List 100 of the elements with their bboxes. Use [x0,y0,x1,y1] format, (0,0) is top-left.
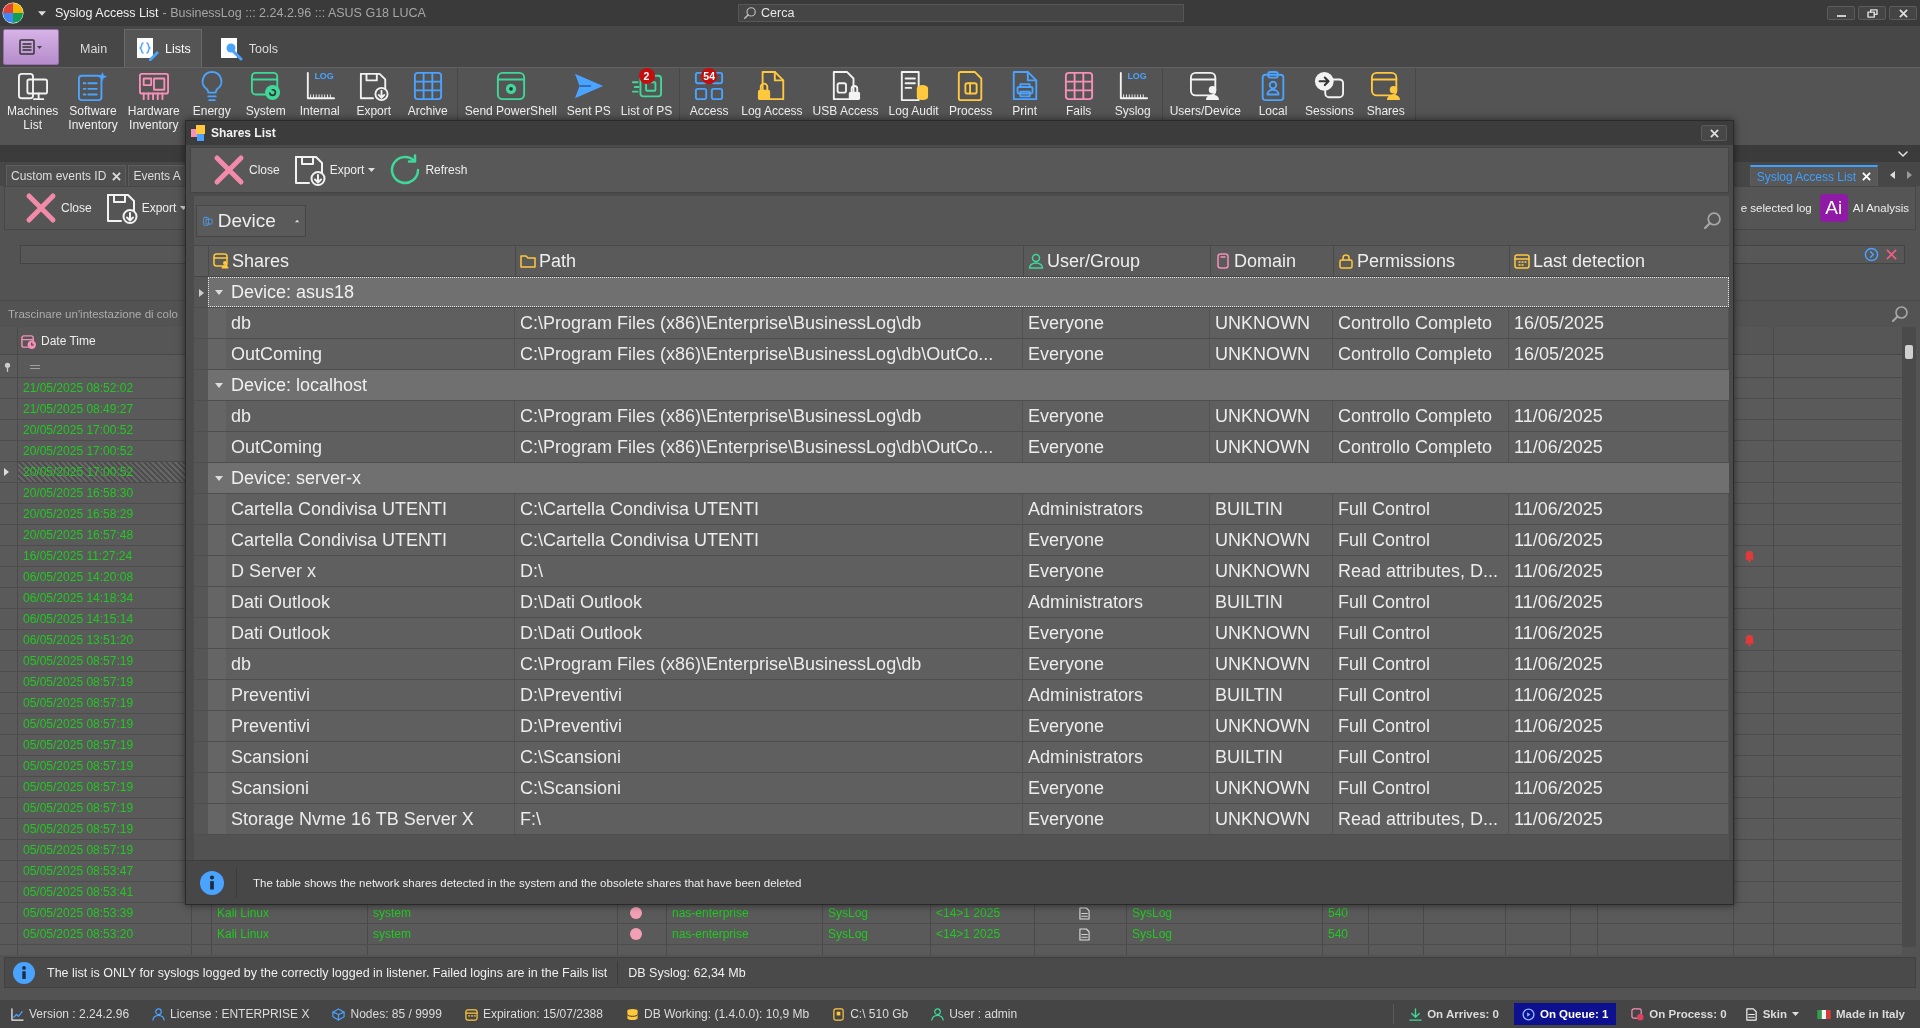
app-menu-button[interactable] [3,29,59,65]
caret-down-icon[interactable] [215,381,223,389]
ribbon-button[interactable]: Fails [1051,68,1106,144]
status-text: DB Working: (1.4.0.0): 10,9 Mb [643,1007,810,1021]
grid-icon [412,71,443,101]
table-cell-text: system [372,926,412,943]
table-cell-text: 06/05/2025 14:18:34 [22,590,135,607]
table-cell: D:\ [515,556,1023,586]
ribbon-button[interactable]: Local [1246,68,1300,144]
ribbon-button[interactable]: Export [346,68,401,144]
paper-plane-icon [573,71,604,101]
column-header[interactable]: Last detection [1509,246,1729,276]
caret-down-icon[interactable] [180,206,188,210]
caret-up-icon[interactable] [294,218,299,223]
ribbon-button[interactable]: Process [943,68,998,144]
ribbon-button[interactable]: Sent PS [561,68,616,144]
toolbar-button[interactable]: Export [291,152,378,188]
caret-left-icon[interactable] [1890,171,1895,179]
column-header[interactable]: Permissions [1333,246,1509,276]
caret-down-icon[interactable] [368,168,376,172]
close-icon[interactable] [112,171,122,181]
ribbon-tab[interactable]: Tools [207,29,289,67]
group-label: Device: server-x [231,467,362,489]
ribbon-button[interactable]: LOG Syslog [1105,68,1160,144]
table-cell-text: 21/05/2025 08:52:02 [22,380,135,397]
caret-down-icon[interactable] [215,474,223,482]
group-by-chip[interactable]: Device [196,204,306,237]
toolbar-button[interactable]: Close [211,152,282,188]
refresh-icon [389,154,422,186]
table-cell: UNKNOWN [1210,804,1333,834]
search-icon [744,7,756,19]
table-cell-text: 540 [1327,926,1350,943]
table-cell: C:\Cartella Condivisa UTENTI [515,494,1023,524]
ribbon-button[interactable]: Log Access [736,68,808,144]
ribbon-button[interactable]: LOG Internal [292,68,347,144]
caret-down-icon[interactable] [215,288,223,296]
table-cell: Cartella Condivisa UTENTI [226,494,515,524]
table-cell: Everyone [1023,308,1210,338]
window-subtitle: - BusinessLog ::: 2.24.2.96 ::: ASUS G18 LUCA [162,6,426,20]
close-button[interactable] [1701,125,1727,141]
toolbar-button[interactable]: Export [103,190,190,226]
restore-button[interactable] [1858,6,1886,20]
table-cell-text: 05/05/2025 08:53:41 [22,884,135,901]
caret-down-icon[interactable] [1791,1012,1799,1016]
column-header[interactable]: Domain [1210,246,1333,276]
ribbon-tab[interactable]: Lists [124,29,202,67]
window-title: Syslog Access List [55,6,159,20]
vertical-scrollbar[interactable] [1902,327,1916,947]
chevron-circle-icon[interactable] [1864,247,1879,262]
search-field[interactable]: Cerca [738,4,1184,22]
document-tab[interactable]: Events A [128,165,186,186]
table-cell: 16/05/2025 [1509,339,1729,369]
caret-right-icon[interactable] [1907,171,1912,179]
toolbar-button[interactable]: Refresh [387,152,470,188]
ribbon-tab[interactable]: Main [69,29,119,67]
status-item[interactable]: Skin [1741,1003,1802,1025]
ribbon-button[interactable]: Users/Device [1164,68,1246,144]
table-cell-text: Kali Linux [216,926,271,943]
ribbon-button[interactable]: USB Access [807,68,884,144]
minimize-button[interactable] [1827,6,1855,20]
group-row[interactable]: Device: asus18 [208,277,1729,307]
chevron-down-icon[interactable] [1898,150,1908,157]
ribbon-button[interactable]: Software Inventory [63,68,123,144]
table-cell-text: 05/05/2025 08:57:19 [22,758,135,775]
ribbon-button[interactable]: Print [997,68,1052,144]
toolbar-button[interactable]: e selected log [1738,200,1814,216]
group-row[interactable]: Device: localhost [208,370,1729,400]
document-magnifier-icon [218,36,243,61]
ribbon-button[interactable]: Send PowerShell [459,68,562,144]
group-row[interactable]: Device: server-x [208,463,1729,493]
search-icon[interactable] [1892,306,1908,322]
drive-icon [832,1007,846,1021]
caret-down-icon[interactable] [38,10,46,16]
search-icon[interactable] [1704,212,1721,229]
person-icon [152,1007,166,1021]
ribbon-button[interactable]: Archive [400,68,455,144]
equals-icon[interactable] [30,364,40,369]
table-cell: Full Control [1333,649,1509,679]
folder-icon [520,253,536,269]
document-pencil-icon [135,36,160,61]
ribbon-button[interactable]: Machines List [2,68,64,144]
status-text: C:\ 510 Gb [850,1007,909,1021]
table-cell: Everyone [1023,711,1210,741]
ai-analysis-button[interactable]: Ai AI Analysis [1817,192,1911,224]
document-tab[interactable]: Custom events ID [6,165,127,186]
column-header[interactable]: Shares [208,246,515,276]
toolbar-button[interactable]: Close [23,190,94,226]
column-header[interactable]: User/Group [1023,246,1210,276]
person-icon [1028,253,1044,269]
pin-icon[interactable] [4,361,11,372]
ribbon-button[interactable]: Shares [1358,68,1413,144]
table-cell: Full Control [1333,742,1509,772]
table-cell-text: 06/05/2025 14:20:08 [22,569,135,586]
ribbon-button[interactable]: Log Audit [883,68,944,144]
close-button[interactable] [1889,6,1917,20]
column-header[interactable]: Date Time [18,333,96,349]
column-header[interactable]: Path [515,246,1023,276]
table-cell: BUILTIN [1210,742,1333,772]
list-menu-icon [19,39,43,55]
ribbon-button[interactable]: Hardware Inventory [122,68,185,144]
